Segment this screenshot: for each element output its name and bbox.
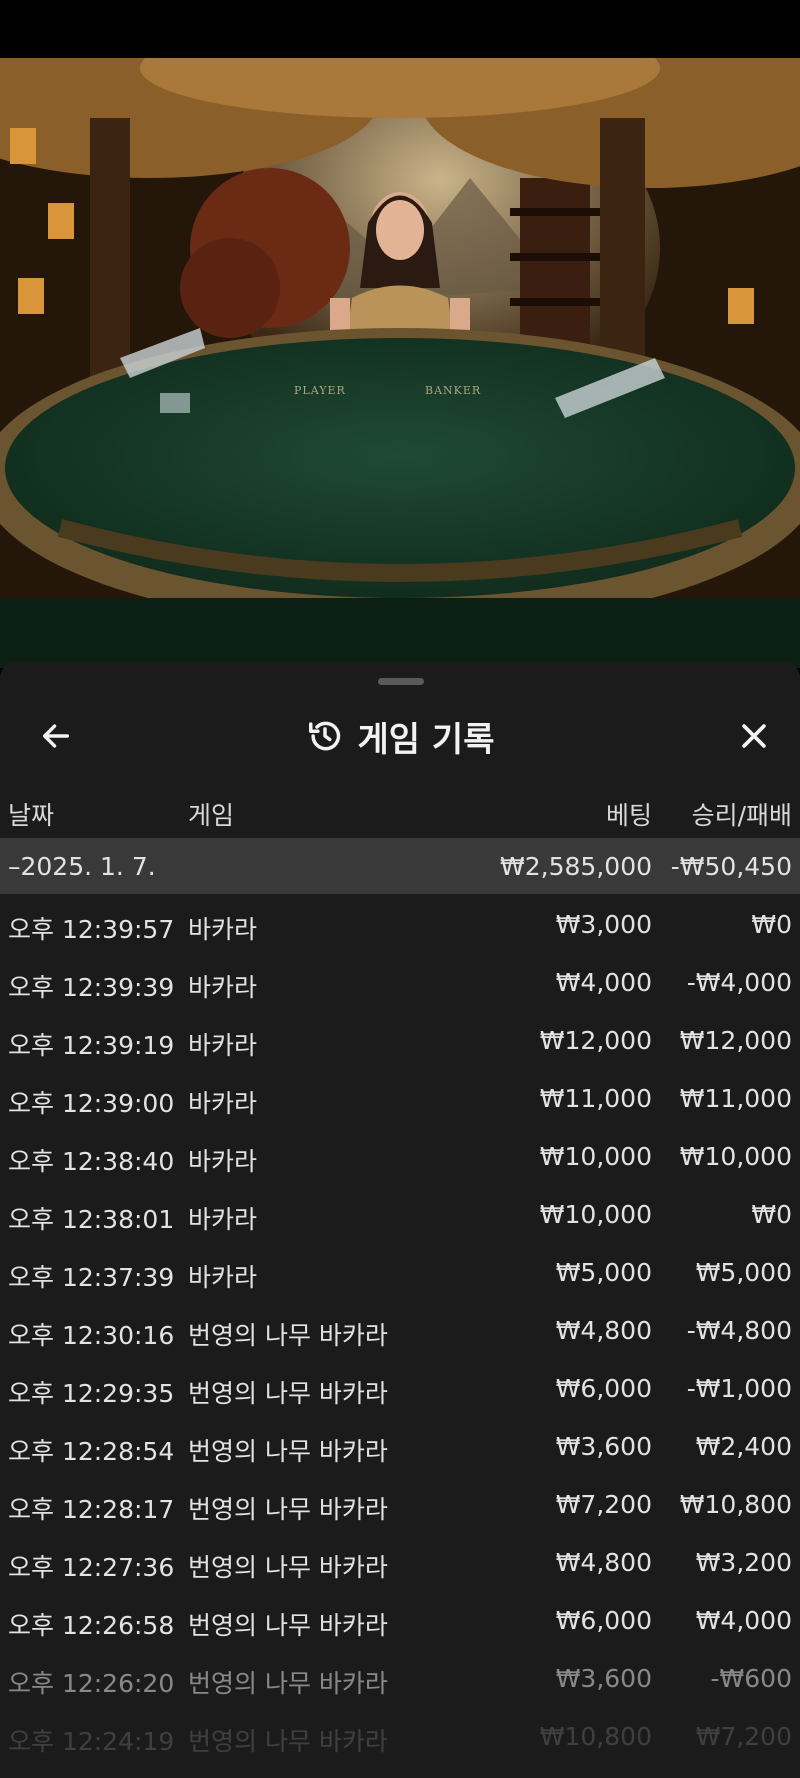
history-row[interactable]: 오후 12:39:00 바카라 ₩11,000 ₩11,000 (0, 1070, 800, 1128)
row-game-name: 바카라 (188, 1205, 258, 1234)
status-bar (0, 0, 800, 58)
row-game-name: 바카라 (188, 973, 258, 1002)
sheet-header: 게임 기록 (0, 698, 800, 774)
history-row[interactable]: 오후 12:39:39 바카라 ₩4,000 -₩4,000 (0, 954, 800, 1012)
sheet-title: 게임 기록 (357, 719, 495, 760)
history-icon (308, 721, 340, 751)
row-time: 오후 12:39:39 (8, 973, 175, 1002)
summary-date: –2025. 1. 7. (8, 852, 156, 881)
history-row[interactable]: 오후 12:27:36 번영의 나무 바카라 ₩4,800 ₩3,200 (0, 1534, 800, 1592)
player-area-label: PLAYER (294, 384, 346, 397)
history-row[interactable]: 오후 12:24:19 번영의 나무 바카라 ₩10,800 ₩7,200 (0, 1708, 800, 1766)
row-time: 오후 12:29:35 (8, 1379, 175, 1408)
row-bet-amount: ₩3,600 (555, 1432, 652, 1461)
row-result-amount: ₩4,000 (695, 1606, 792, 1635)
row-result-amount: ₩5,000 (695, 1258, 792, 1287)
row-bet-amount: ₩11,000 (539, 1084, 652, 1113)
history-row[interactable]: 오후 12:39:57 바카라 ₩3,000 ₩0 (0, 896, 800, 954)
row-time: 오후 12:26:58 (8, 1611, 175, 1640)
row-game-name: 바카라 (188, 1031, 258, 1060)
banker-area-label: BANKER (425, 384, 482, 397)
row-time: 오후 12:30:16 (8, 1321, 175, 1350)
history-row[interactable]: 오후 12:28:17 번영의 나무 바카라 ₩7,200 ₩10,800 (0, 1476, 800, 1534)
row-result-amount: ₩10,800 (679, 1490, 792, 1519)
row-game-name: 바카라 (188, 915, 258, 944)
history-column-headers: 날짜 게임 베팅 승리/패배 (0, 786, 800, 838)
row-bet-amount: ₩4,800 (555, 1316, 652, 1345)
row-time: 오후 12:28:17 (8, 1495, 175, 1524)
row-bet-amount: ₩4,800 (555, 1548, 652, 1577)
row-game-name: 바카라 (188, 1263, 258, 1292)
row-time: 오후 12:26:20 (8, 1669, 175, 1698)
row-game-name: 번영의 나무 바카라 (188, 1495, 388, 1524)
history-row[interactable]: 오후 12:37:39 바카라 ₩5,000 ₩5,000 (0, 1244, 800, 1302)
history-list: –2025. 1. 7. ₩2,585,000 -₩50,450 오후 12:3… (0, 838, 800, 1766)
date-summary-row[interactable]: –2025. 1. 7. ₩2,585,000 -₩50,450 (0, 838, 800, 894)
row-bet-amount: ₩6,000 (555, 1606, 652, 1635)
row-game-name: 번영의 나무 바카라 (188, 1553, 388, 1582)
row-result-amount: ₩3,200 (695, 1548, 792, 1577)
history-row[interactable]: 오후 12:39:19 바카라 ₩12,000 ₩12,000 (0, 1012, 800, 1070)
history-row[interactable]: 오후 12:30:16 번영의 나무 바카라 ₩4,800 -₩4,800 (0, 1302, 800, 1360)
row-bet-amount: ₩3,600 (555, 1664, 652, 1693)
row-game-name: 번영의 나무 바카라 (188, 1727, 388, 1756)
row-result-amount: ₩0 (751, 1200, 792, 1229)
history-row[interactable]: 오후 12:29:35 번영의 나무 바카라 ₩6,000 -₩1,000 (0, 1360, 800, 1418)
row-bet-amount: ₩5,000 (555, 1258, 652, 1287)
history-row[interactable]: 오후 12:38:01 바카라 ₩10,000 ₩0 (0, 1186, 800, 1244)
row-bet-amount: ₩7,200 (555, 1490, 652, 1519)
row-time: 오후 12:39:57 (8, 915, 175, 944)
row-result-amount: ₩10,000 (679, 1142, 792, 1171)
row-bet-amount: ₩6,000 (555, 1374, 652, 1403)
live-video-stream: PLAYER BANKER (0, 58, 800, 668)
row-game-name: 번영의 나무 바카라 (188, 1321, 388, 1350)
row-bet-amount: ₩12,000 (539, 1026, 652, 1055)
row-result-amount: ₩12,000 (679, 1026, 792, 1055)
column-header-result: 승리/패배 (691, 801, 792, 830)
row-bet-amount: ₩10,800 (539, 1722, 652, 1751)
row-time: 오후 12:38:40 (8, 1147, 175, 1176)
close-icon (742, 724, 766, 748)
row-time: 오후 12:37:39 (8, 1263, 175, 1292)
row-bet-amount: ₩10,000 (539, 1142, 652, 1171)
summary-total-bet: ₩2,585,000 (500, 852, 652, 881)
row-game-name: 바카라 (188, 1147, 258, 1176)
row-game-name: 바카라 (188, 1089, 258, 1118)
row-result-amount: -₩4,000 (686, 968, 792, 997)
history-row[interactable]: 오후 12:28:54 번영의 나무 바카라 ₩3,600 ₩2,400 (0, 1418, 800, 1476)
game-history-sheet: 게임 기록 날짜 게임 베팅 승리/패배 –2025. 1. 7. ₩2,585… (0, 662, 800, 1778)
row-result-amount: ₩7,200 (695, 1722, 792, 1751)
baccarat-table-scene (0, 58, 800, 668)
history-row[interactable]: 오후 12:38:40 바카라 ₩10,000 ₩10,000 (0, 1128, 800, 1186)
column-header-game: 게임 (188, 801, 235, 830)
column-header-bet: 베팅 (605, 801, 652, 830)
row-time: 오후 12:38:01 (8, 1205, 175, 1234)
history-row[interactable]: 오후 12:26:58 번영의 나무 바카라 ₩6,000 ₩4,000 (0, 1592, 800, 1650)
row-bet-amount: ₩10,000 (539, 1200, 652, 1229)
row-bet-amount: ₩4,000 (555, 968, 652, 997)
row-result-amount: ₩11,000 (679, 1084, 792, 1113)
row-bet-amount: ₩3,000 (555, 910, 652, 939)
row-time: 오후 12:39:00 (8, 1089, 175, 1118)
row-result-amount: ₩0 (751, 910, 792, 939)
row-game-name: 번영의 나무 바카라 (188, 1437, 388, 1466)
row-game-name: 번영의 나무 바카라 (188, 1379, 388, 1408)
row-time: 오후 12:27:36 (8, 1553, 175, 1582)
row-result-amount: -₩1,000 (686, 1374, 792, 1403)
close-button[interactable] (724, 706, 784, 766)
row-result-amount: ₩2,400 (695, 1432, 792, 1461)
row-time: 오후 12:28:54 (8, 1437, 175, 1466)
row-time: 오후 12:39:19 (8, 1031, 175, 1060)
row-time: 오후 12:24:19 (8, 1727, 175, 1756)
row-game-name: 번영의 나무 바카라 (188, 1669, 388, 1698)
row-result-amount: -₩4,800 (686, 1316, 792, 1345)
sheet-drag-handle[interactable] (378, 678, 424, 685)
history-row[interactable]: 오후 12:26:20 번영의 나무 바카라 ₩3,600 -₩600 (0, 1650, 800, 1708)
summary-total-result: -₩50,450 (670, 852, 792, 881)
row-result-amount: -₩600 (710, 1664, 792, 1693)
row-game-name: 번영의 나무 바카라 (188, 1611, 388, 1640)
column-header-date: 날짜 (8, 801, 55, 830)
